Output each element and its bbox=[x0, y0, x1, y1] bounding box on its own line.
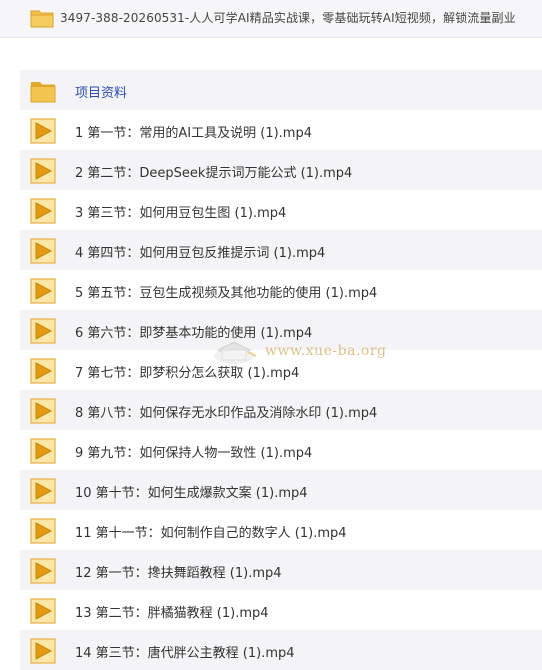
file-name: 10 第十节：如何生成爆款文案 (1).mp4 bbox=[75, 486, 308, 501]
folder-icon bbox=[30, 78, 56, 104]
file-name: 2 第二节：DeepSeek提示词万能公式 (1).mp4 bbox=[75, 166, 353, 181]
video-file-icon bbox=[30, 238, 56, 264]
file-name: 9 第九节：如何保持人物一致性 (1).mp4 bbox=[75, 446, 313, 461]
file-row[interactable]: 7 第七节：即梦积分怎么获取 (1).mp4 bbox=[20, 350, 542, 390]
file-name: 7 第七节：即梦积分怎么获取 (1).mp4 bbox=[75, 366, 300, 381]
video-file-icon bbox=[30, 398, 56, 424]
file-name: 5 第五节：豆包生成视频及其他功能的使用 (1).mp4 bbox=[75, 286, 378, 301]
video-file-icon bbox=[30, 198, 56, 224]
file-row[interactable]: 14 第三节：唐代胖公主教程 (1).mp4 bbox=[20, 630, 542, 670]
window-header: 3497-388-20260531-人人可学AI精品实战课，零基础玩转AI短视频… bbox=[0, 0, 542, 38]
file-row[interactable]: 11 第十一节：如何制作自己的数字人 (1).mp4 bbox=[20, 510, 542, 550]
file-row[interactable]: 13 第二节：胖橘猫教程 (1).mp4 bbox=[20, 590, 542, 630]
video-file-icon bbox=[30, 598, 56, 624]
video-file-icon bbox=[30, 318, 56, 344]
video-file-icon bbox=[30, 438, 56, 464]
folder-name: 项目资料 bbox=[75, 86, 128, 101]
file-row[interactable]: 8 第八节：如何保存无水印作品及消除水印 (1).mp4 bbox=[20, 390, 542, 430]
file-name: 4 第四节：如何用豆包反推提示词 (1).mp4 bbox=[75, 246, 326, 261]
file-row[interactable]: 2 第二节：DeepSeek提示词万能公式 (1).mp4 bbox=[20, 150, 542, 190]
video-file-icon bbox=[30, 358, 56, 384]
video-file-icon bbox=[30, 478, 56, 504]
file-list: 项目资料 1 第一节：常用的AI工具及说明 (1).mp4 2 第二节：DeepSe… bbox=[20, 70, 542, 670]
file-row[interactable]: 1 第一节：常用的AI工具及说明 (1).mp4 bbox=[20, 110, 542, 150]
file-row[interactable]: 9 第九节：如何保持人物一致性 (1).mp4 bbox=[20, 430, 542, 470]
file-row[interactable]: 12 第一节：搀扶舞蹈教程 (1).mp4 bbox=[20, 550, 542, 590]
video-file-icon bbox=[30, 118, 56, 144]
video-file-icon bbox=[30, 638, 56, 664]
file-name: 8 第八节：如何保存无水印作品及消除水印 (1).mp4 bbox=[75, 406, 378, 421]
file-row[interactable]: 5 第五节：豆包生成视频及其他功能的使用 (1).mp4 bbox=[20, 270, 542, 310]
file-name: 1 第一节：常用的AI工具及说明 (1).mp4 bbox=[75, 126, 312, 141]
file-row[interactable]: 10 第十节：如何生成爆款文案 (1).mp4 bbox=[20, 470, 542, 510]
video-file-icon bbox=[30, 518, 56, 544]
video-file-icon bbox=[30, 158, 56, 184]
path-title: 3497-388-20260531-人人可学AI精品实战课，零基础玩转AI短视频… bbox=[60, 11, 516, 25]
folder-row[interactable]: 项目资料 bbox=[20, 70, 542, 110]
file-name: 12 第一节：搀扶舞蹈教程 (1).mp4 bbox=[75, 566, 282, 581]
file-row[interactable]: 3 第三节：如何用豆包生图 (1).mp4 bbox=[20, 190, 542, 230]
file-name: 13 第二节：胖橘猫教程 (1).mp4 bbox=[75, 606, 269, 621]
file-row[interactable]: 4 第四节：如何用豆包反推提示词 (1).mp4 bbox=[20, 230, 542, 270]
video-file-icon bbox=[30, 278, 56, 304]
file-name: 14 第三节：唐代胖公主教程 (1).mp4 bbox=[75, 646, 295, 661]
file-name: 6 第六节：即梦基本功能的使用 (1).mp4 bbox=[75, 326, 313, 341]
file-row[interactable]: 6 第六节：即梦基本功能的使用 (1).mp4 bbox=[20, 310, 542, 350]
file-name: 11 第十一节：如何制作自己的数字人 (1).mp4 bbox=[75, 526, 347, 541]
file-name: 3 第三节：如何用豆包生图 (1).mp4 bbox=[75, 206, 287, 221]
folder-icon bbox=[30, 10, 54, 28]
video-file-icon bbox=[30, 558, 56, 584]
